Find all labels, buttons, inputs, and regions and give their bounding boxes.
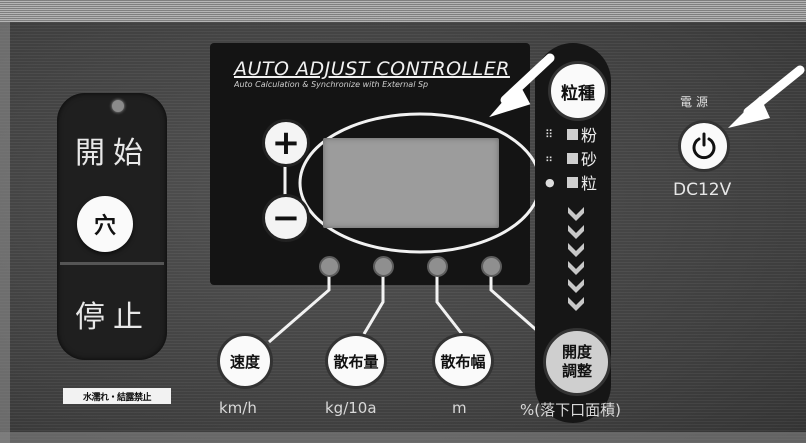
annotation-arrows [489,53,805,128]
arrow-display-icon [489,53,555,118]
arrow-power-icon [728,65,805,128]
